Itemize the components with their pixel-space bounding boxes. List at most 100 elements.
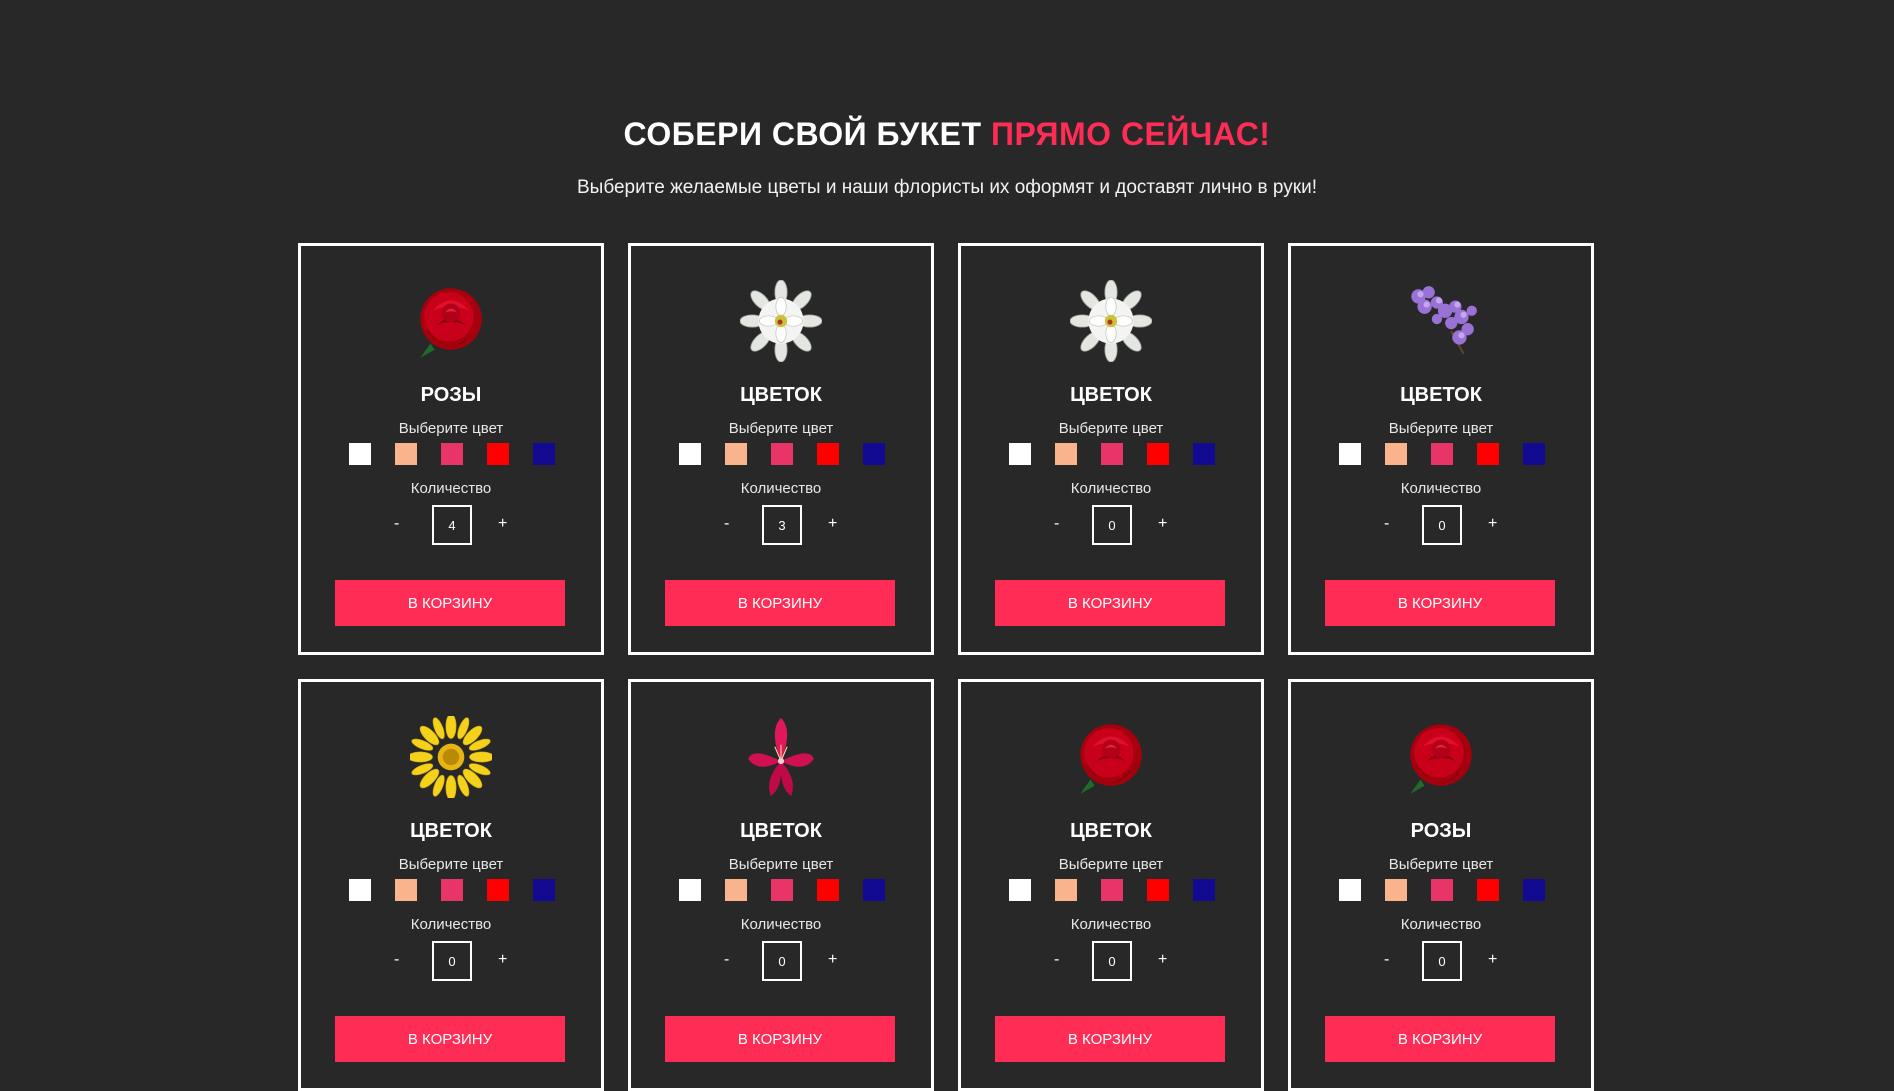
color-swatch-red[interactable] [487,443,509,465]
quantity-increase-button[interactable]: + [1488,950,1497,970]
add-to-cart-button[interactable]: В КОРЗИНУ [335,1016,565,1062]
quantity-stepper: -+ [631,505,931,545]
quantity-input[interactable] [432,505,472,545]
color-label: Выберите цвет [728,856,834,873]
quantity-decrease-button[interactable]: - [724,950,729,970]
quantity-input[interactable] [1422,941,1462,981]
add-to-cart-button[interactable]: В КОРЗИНУ [995,580,1225,626]
quantity-decrease-button[interactable]: - [394,514,399,534]
color-swatch-white[interactable] [1009,879,1031,901]
white-dahlia-icon [739,279,823,363]
quantity-stepper: -+ [301,505,601,545]
add-to-cart-button[interactable]: В КОРЗИНУ [665,580,895,626]
color-swatch-pink[interactable] [1431,443,1453,465]
quantity-input[interactable] [1092,505,1132,545]
color-label: Выберите цвет [1388,856,1494,873]
color-swatch-blue[interactable] [1193,443,1215,465]
quantity-decrease-button[interactable]: - [1054,950,1059,970]
quantity-decrease-button[interactable]: - [1384,514,1389,534]
color-swatch-blue[interactable] [533,443,555,465]
add-to-cart-button[interactable]: В КОРЗИНУ [665,1016,895,1062]
quantity-label: Количество [410,480,492,497]
add-to-cart-button[interactable]: В КОРЗИНУ [1325,580,1555,626]
color-swatch-pink[interactable] [771,879,793,901]
pink-alstroemeria-icon [740,716,822,798]
add-to-cart-button[interactable]: В КОРЗИНУ [335,580,565,626]
color-swatch-blue[interactable] [533,879,555,901]
color-swatch-peach[interactable] [1055,879,1077,901]
color-swatch-white[interactable] [349,879,371,901]
quantity-input[interactable] [762,941,802,981]
color-swatch-pink[interactable] [1101,443,1123,465]
product-card: ЦВЕТОКВыберите цветКоличество-+В КОРЗИНУ [958,243,1264,655]
color-label: Выберите цвет [398,420,504,437]
color-swatch-white[interactable] [1009,443,1031,465]
color-swatch-blue[interactable] [1193,879,1215,901]
product-title: ЦВЕТОК [410,820,492,842]
color-swatch-white[interactable] [1339,879,1361,901]
product-card: ЦВЕТОКВыберите цветКоличество-+В КОРЗИНУ [628,243,934,655]
color-label: Выберите цвет [1058,856,1164,873]
quantity-decrease-button[interactable]: - [724,514,729,534]
quantity-decrease-button[interactable]: - [1054,514,1059,534]
product-title: РОЗЫ [1410,820,1472,842]
color-swatch-peach[interactable] [395,443,417,465]
color-swatch-peach[interactable] [725,879,747,901]
quantity-decrease-button[interactable]: - [1384,950,1389,970]
add-to-cart-button[interactable]: В КОРЗИНУ [1325,1016,1555,1062]
color-swatch-blue[interactable] [1523,879,1545,901]
quantity-increase-button[interactable]: + [1158,514,1167,534]
lilac-icon [1400,280,1482,362]
color-swatch-white[interactable] [679,443,701,465]
color-swatch-red[interactable] [817,879,839,901]
color-swatch-white[interactable] [679,879,701,901]
color-swatch-red[interactable] [1477,443,1499,465]
product-image [961,279,1261,363]
color-swatch-red[interactable] [1477,879,1499,901]
color-label: Выберите цвет [728,420,834,437]
color-swatch-red[interactable] [1147,879,1169,901]
product-title: ЦВЕТОК [1070,820,1152,842]
quantity-stepper: -+ [301,941,601,981]
color-swatch-white[interactable] [1339,443,1361,465]
quantity-input[interactable] [1092,941,1132,981]
quantity-increase-button[interactable]: + [1158,950,1167,970]
color-swatch-blue[interactable] [863,879,885,901]
quantity-increase-button[interactable]: + [1488,514,1497,534]
quantity-increase-button[interactable]: + [498,950,507,970]
quantity-label: Количество [1070,916,1152,933]
color-swatch-white[interactable] [349,443,371,465]
product-card: ЦВЕТОКВыберите цветКоличество-+В КОРЗИНУ [958,679,1264,1091]
color-swatch-pink[interactable] [441,879,463,901]
add-to-cart-button[interactable]: В КОРЗИНУ [995,1016,1225,1062]
color-swatch-peach[interactable] [1385,879,1407,901]
quantity-stepper: -+ [961,941,1261,981]
red-rose-icon [1400,716,1482,798]
color-swatch-pink[interactable] [1431,879,1453,901]
color-swatch-pink[interactable] [1101,879,1123,901]
color-swatch-red[interactable] [1147,443,1169,465]
color-swatch-blue[interactable] [863,443,885,465]
yellow-gerbera-icon [407,713,495,801]
product-title: ЦВЕТОК [740,384,822,406]
color-swatch-peach[interactable] [1385,443,1407,465]
red-rose-icon [410,280,492,362]
color-swatches [1009,879,1239,901]
color-swatch-peach[interactable] [1055,443,1077,465]
quantity-stepper: -+ [1291,505,1591,545]
quantity-increase-button[interactable]: + [498,514,507,534]
color-swatch-pink[interactable] [441,443,463,465]
quantity-input[interactable] [762,505,802,545]
color-swatch-blue[interactable] [1523,443,1545,465]
quantity-input[interactable] [1422,505,1462,545]
quantity-decrease-button[interactable]: - [394,950,399,970]
color-swatch-red[interactable] [487,879,509,901]
product-image [631,279,931,363]
color-swatch-peach[interactable] [395,879,417,901]
color-swatch-red[interactable] [817,443,839,465]
quantity-increase-button[interactable]: + [828,950,837,970]
quantity-input[interactable] [432,941,472,981]
color-swatch-pink[interactable] [771,443,793,465]
quantity-increase-button[interactable]: + [828,514,837,534]
color-swatch-peach[interactable] [725,443,747,465]
